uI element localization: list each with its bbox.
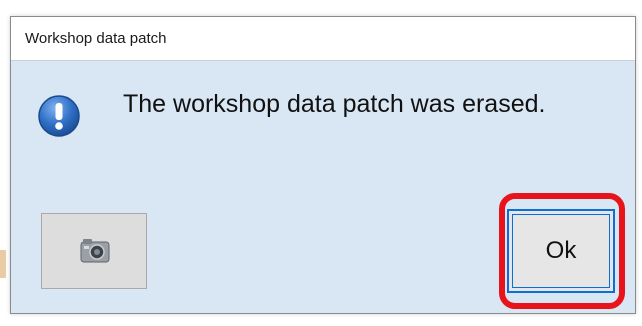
info-icon bbox=[37, 94, 81, 138]
dialog-message: The workshop data patch was erased. bbox=[123, 90, 546, 118]
ok-button-label: Ok bbox=[545, 237, 577, 264]
screen: Workshop data patch The workshop data pa… bbox=[0, 0, 642, 326]
message-dialog: Workshop data patch The workshop data pa… bbox=[10, 16, 636, 314]
ok-button[interactable]: Ok bbox=[507, 209, 615, 293]
screenshot-button[interactable] bbox=[41, 213, 147, 289]
camera-icon bbox=[78, 236, 112, 266]
dialog-title: Workshop data patch bbox=[25, 30, 167, 47]
dialog-titlebar[interactable]: Workshop data patch bbox=[11, 17, 635, 61]
background-window-edge bbox=[0, 250, 6, 278]
